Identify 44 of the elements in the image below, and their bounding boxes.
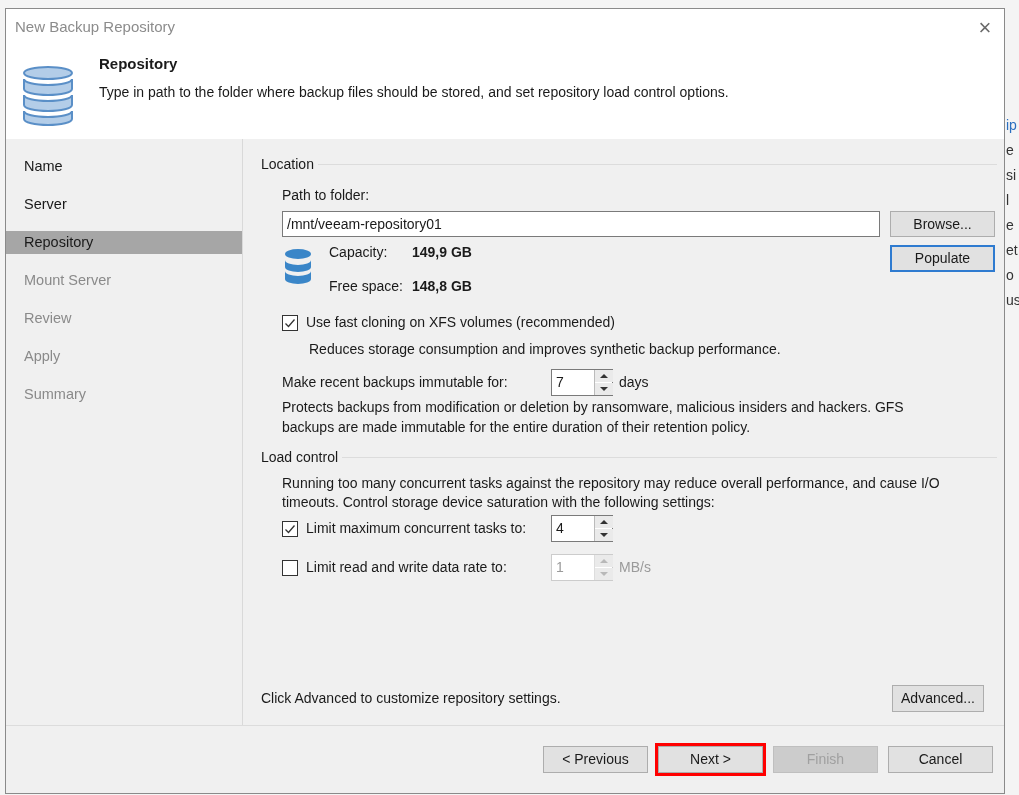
spin-box[interactable]: 4 bbox=[551, 515, 613, 542]
advanced-button[interactable]: Advanced... bbox=[892, 685, 984, 712]
edge-text: et bbox=[1005, 241, 1019, 260]
capacity-label: Capacity: bbox=[329, 243, 389, 262]
section-heading: Location bbox=[261, 155, 314, 174]
edge-text: ip bbox=[1005, 116, 1018, 135]
sidebar-item[interactable]: Repository bbox=[6, 231, 242, 254]
checkbox[interactable] bbox=[282, 520, 298, 537]
unit-label: days bbox=[619, 373, 649, 392]
edge-text: o bbox=[1005, 266, 1015, 285]
edge-text: e bbox=[1005, 216, 1015, 235]
sidebar-item[interactable]: Server bbox=[6, 193, 242, 216]
immutable-note: Protects backups from modification or deletion by ransomware, malicious insiders and hackers. GFS backups are made immutable for the entire duration of their retention policy. bbox=[282, 398, 905, 437]
spin-box[interactable]: 7 bbox=[551, 369, 613, 396]
field-label: Path to folder: bbox=[282, 186, 371, 205]
advanced-hint: Click Advanced to customize repository settings. bbox=[261, 689, 561, 708]
field-label: Make recent backups immutable for: bbox=[282, 373, 509, 392]
header-title: Repository bbox=[99, 54, 179, 74]
footer-button[interactable]: Next > bbox=[658, 746, 763, 773]
checkbox-label: Limit maximum concurrent tasks to: bbox=[306, 519, 528, 538]
populate-button[interactable]: Populate bbox=[890, 245, 995, 272]
checkbox-label: Use fast cloning on XFS volumes (recommended) bbox=[306, 313, 615, 332]
header-description: Type in path to the folder where backup files should be stored, and set repository load control options. bbox=[99, 82, 729, 102]
free-space-label: Free space: bbox=[329, 277, 404, 296]
load-control-note: Running too many concurrent tasks against the repository may reduce overall performance, and cause I/O timeouts. Control storage device saturation with the following settings: bbox=[282, 474, 941, 512]
edge-text: e bbox=[1005, 141, 1015, 160]
checkbox-label: Limit read and write data rate to: bbox=[306, 558, 508, 577]
unit-label: MB/s bbox=[619, 558, 651, 577]
section-heading: Load control bbox=[261, 448, 339, 467]
edge-text: si bbox=[1005, 166, 1018, 185]
window-title: New Backup Repository bbox=[15, 17, 176, 38]
footer-button[interactable]: < Previous bbox=[543, 746, 648, 773]
path-input-field[interactable]: /mnt/veeam-repository01 bbox=[282, 211, 880, 237]
close-button[interactable]: × bbox=[970, 13, 1000, 42]
option-hint: Reduces storage consumption and improves synthetic backup performance. bbox=[309, 340, 782, 359]
footer-button[interactable]: Cancel bbox=[888, 746, 993, 773]
capacity-value: 149,9 GB bbox=[412, 243, 473, 262]
free-space-value: 148,8 GB bbox=[412, 277, 473, 296]
database-icon bbox=[22, 65, 74, 127]
database-icon bbox=[285, 249, 311, 286]
browse-button[interactable]: Browse... bbox=[890, 211, 995, 237]
sidebar-item[interactable]: Name bbox=[6, 155, 242, 178]
checkbox[interactable] bbox=[282, 314, 298, 331]
edge-text: l bbox=[1005, 191, 1011, 210]
